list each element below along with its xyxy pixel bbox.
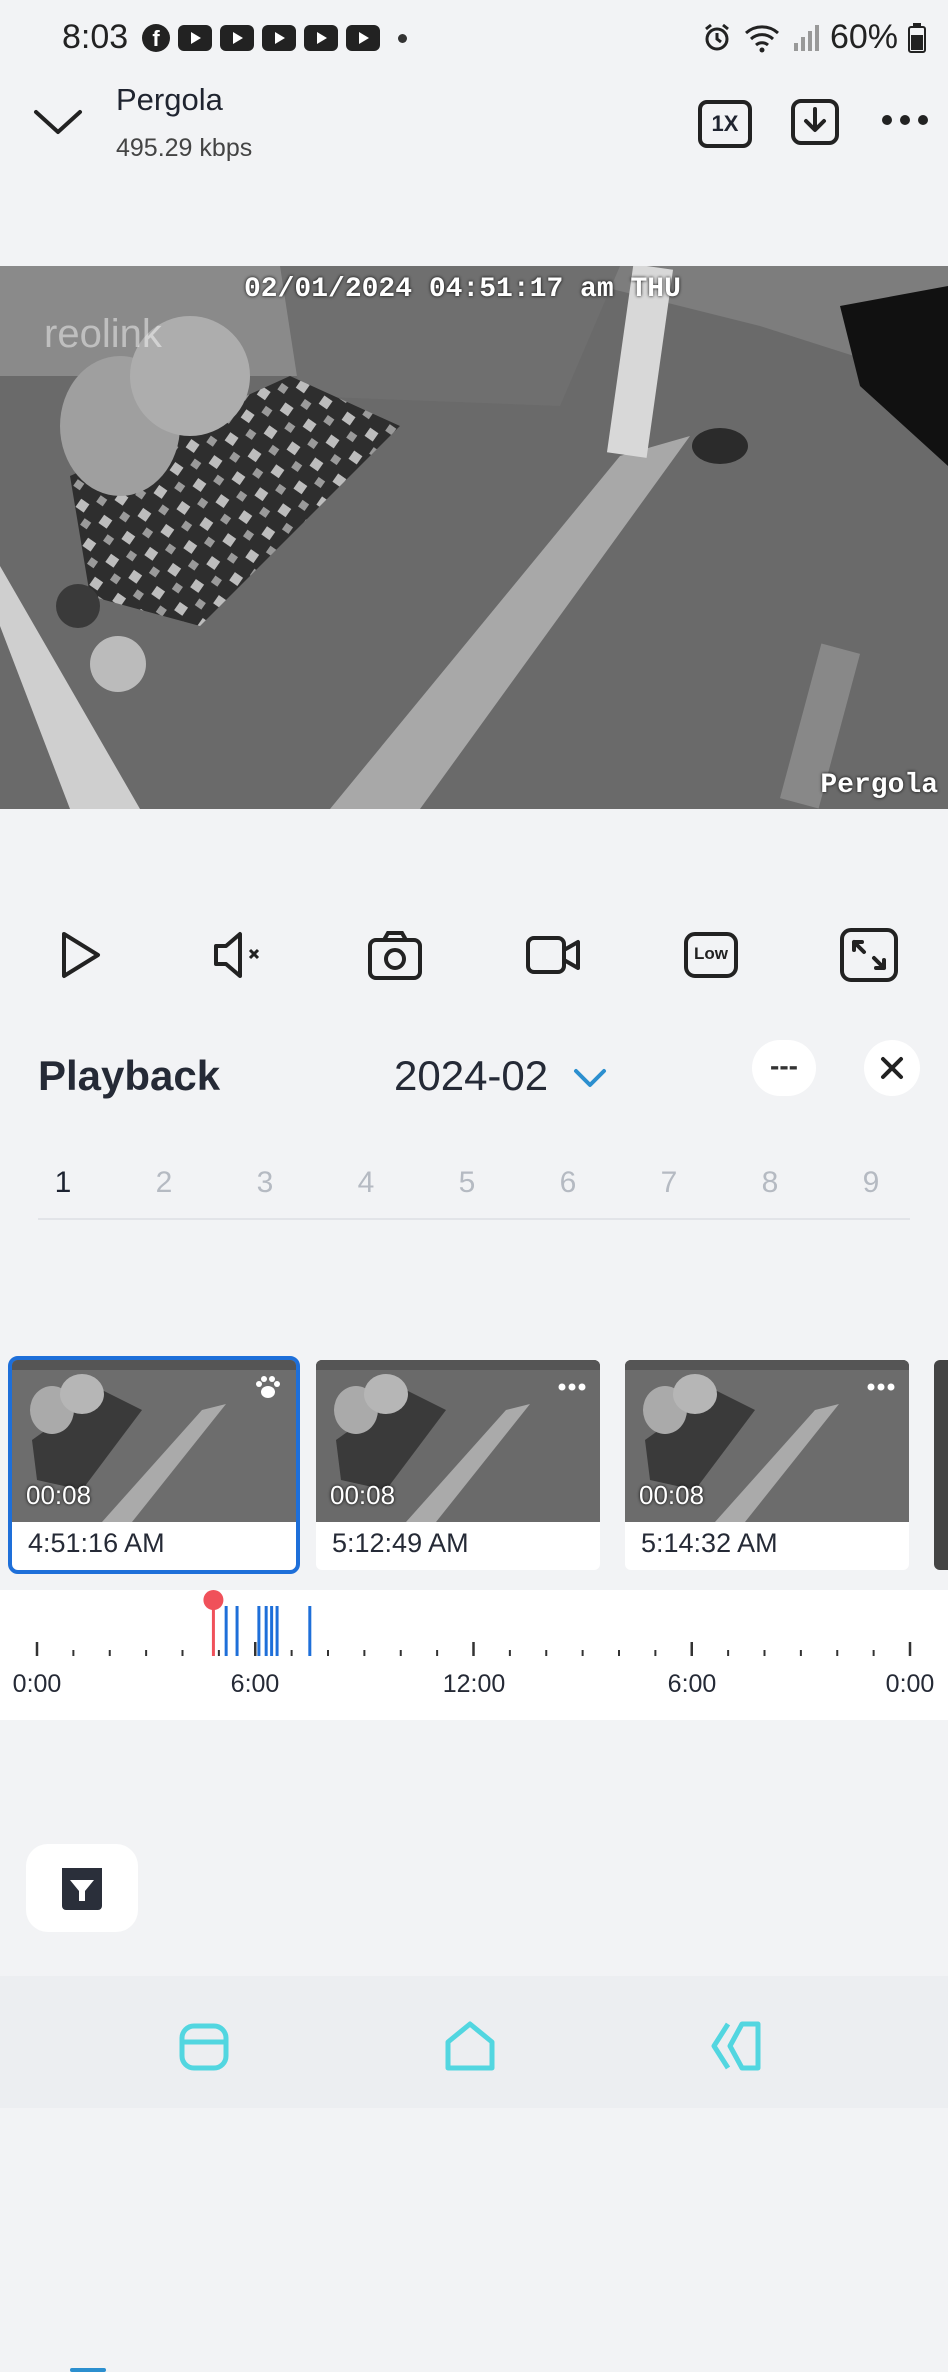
status-time: 8:03 xyxy=(62,18,129,56)
playback-title: Playback xyxy=(38,1052,221,1099)
timeline-label: 0:00 xyxy=(12,1670,62,1698)
clip-card[interactable]: 00:08 5:12:49 AM xyxy=(316,1360,600,1570)
video-camera-label: Pergola xyxy=(820,770,938,801)
day-tab[interactable]: 5 xyxy=(442,1166,492,1200)
youtube-icon xyxy=(262,25,296,51)
playback-speed-button[interactable]: 1X xyxy=(698,100,752,148)
battery-icon xyxy=(908,22,926,53)
timeline-label: 6:00 xyxy=(667,1670,717,1698)
clip-duration: 00:08 xyxy=(330,1480,396,1510)
timeline-label: 12:00 xyxy=(442,1670,506,1698)
youtube-icon xyxy=(220,25,254,51)
more-icon[interactable] xyxy=(554,1372,590,1402)
quality-label: Low xyxy=(694,944,728,963)
timeline-label: 6:00 xyxy=(230,1670,280,1698)
day-tab[interactable]: 2 xyxy=(139,1166,189,1200)
filter-button[interactable] xyxy=(26,1844,138,1932)
battery-percent: 60% xyxy=(829,18,898,56)
mute-icon[interactable] xyxy=(204,920,274,990)
snapshot-icon[interactable] xyxy=(360,920,430,990)
day-tab[interactable]: 1 xyxy=(38,1166,88,1200)
clip-duration: 00:08 xyxy=(26,1480,92,1510)
youtube-icon xyxy=(178,25,212,51)
recent-apps-icon[interactable] xyxy=(174,2016,234,2076)
more-icon[interactable] xyxy=(863,1372,899,1402)
clip-time: 4:51:16 AM xyxy=(28,1528,165,1558)
clip-duration: 00:08 xyxy=(639,1480,705,1510)
quality-low-icon[interactable]: Low xyxy=(676,920,746,990)
signal-icon xyxy=(793,24,819,51)
player-controls: Low xyxy=(0,920,948,990)
day-tab[interactable]: 6 xyxy=(543,1166,593,1200)
timeline-track[interactable] xyxy=(0,1590,948,1670)
download-icon[interactable] xyxy=(790,98,840,146)
day-tab[interactable]: 7 xyxy=(644,1166,694,1200)
youtube-icon xyxy=(346,25,380,51)
chevron-down-icon[interactable] xyxy=(572,1066,608,1090)
timeline-playhead-handle[interactable] xyxy=(203,1590,224,1610)
facebook-icon: f xyxy=(142,24,170,52)
record-icon[interactable] xyxy=(518,920,588,990)
home-icon[interactable] xyxy=(440,2016,500,2076)
selected-day-indicator xyxy=(70,2368,106,2372)
status-bar: 8:03 f 60% xyxy=(0,0,948,80)
more-notifications-icon xyxy=(398,33,407,43)
clip-time: 5:12:49 AM xyxy=(332,1528,469,1558)
close-icon[interactable] xyxy=(864,1040,920,1096)
alarm-icon xyxy=(705,23,729,50)
day-tab[interactable]: 9 xyxy=(846,1166,896,1200)
month-selector[interactable]: 2024-02 xyxy=(394,1052,548,1100)
filter-icon xyxy=(62,1868,102,1910)
play-icon[interactable] xyxy=(44,920,114,990)
filter-dash-button[interactable]: --- xyxy=(752,1040,816,1096)
clip-card[interactable]: 00:08 4:51:16 AM xyxy=(8,1356,300,1574)
wifi-icon xyxy=(744,24,779,52)
timeline[interactable]: 0:00 6:00 12:00 6:00 0:00 xyxy=(0,1590,948,1720)
system-nav-bar xyxy=(0,1976,948,2108)
day-tab[interactable]: 3 xyxy=(240,1166,290,1200)
status-right: 60% xyxy=(702,18,926,57)
notification-icons: f xyxy=(142,24,407,52)
clip-card-partial[interactable] xyxy=(934,1360,948,1570)
video-player[interactable]: 02/01/2024 04:51:17 am THU reolink Pergo… xyxy=(0,266,948,809)
back-icon[interactable] xyxy=(706,2016,766,2076)
day-tab[interactable]: 8 xyxy=(745,1166,795,1200)
reolink-watermark: reolink xyxy=(44,312,162,356)
timeline-label: 0:00 xyxy=(885,1670,935,1698)
more-options-icon[interactable] xyxy=(880,106,930,134)
collapse-chevron-icon[interactable] xyxy=(30,100,86,144)
camera-title: Pergola xyxy=(116,82,223,117)
bitrate-readout: 495.29 kbps xyxy=(116,134,253,162)
fullscreen-icon[interactable] xyxy=(834,920,904,990)
day-tab[interactable]: 4 xyxy=(341,1166,391,1200)
clip-time: 5:14:32 AM xyxy=(641,1528,778,1558)
video-timestamp: 02/01/2024 04:51:17 am THU xyxy=(244,274,681,305)
clip-card[interactable]: 00:08 5:14:32 AM xyxy=(625,1360,909,1570)
day-tabs: 1 2 3 4 5 6 7 8 9 xyxy=(38,1162,910,2372)
paw-icon xyxy=(256,1376,280,1398)
youtube-icon xyxy=(304,25,338,51)
